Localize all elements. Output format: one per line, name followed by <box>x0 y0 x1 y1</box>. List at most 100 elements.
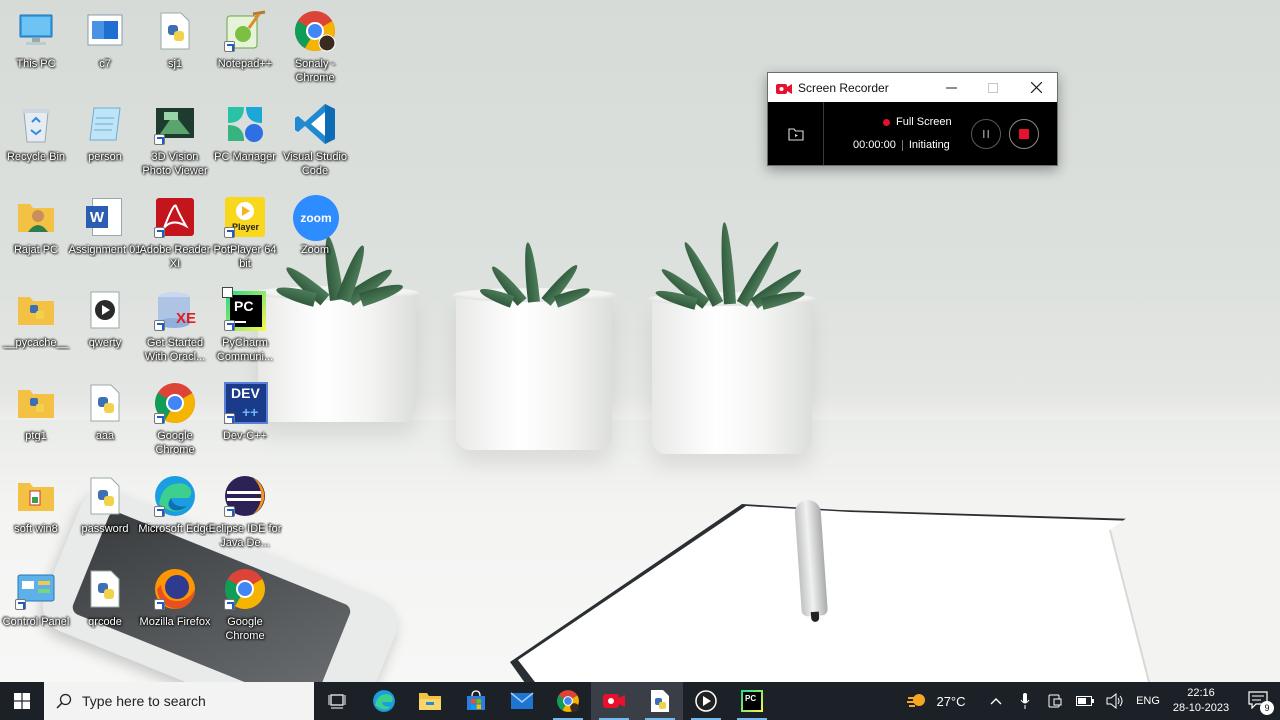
desktop-icon-password[interactable]: password <box>69 467 141 557</box>
chevron-up-icon <box>990 698 1002 705</box>
pycharm-icon: PC <box>741 690 763 712</box>
open-recordings-folder-button[interactable] <box>768 102 824 165</box>
input-language-label: ENG <box>1136 695 1160 707</box>
taskbar-mail[interactable] <box>499 682 545 720</box>
desktop-icon-c7[interactable]: c7 <box>69 2 141 92</box>
screen-recorder-window[interactable]: Screen Recorder Full Screen 00:00:00 Ini… <box>767 72 1058 166</box>
python-file-icon <box>82 473 128 519</box>
taskbar-screen-recorder[interactable] <box>591 682 637 720</box>
desktop-icon-sonaly-chrome[interactable]: Sonaly - Chrome <box>279 2 351 92</box>
taskbar-pycharm[interactable]: PC <box>729 682 775 720</box>
chrome-profile-icon <box>292 8 338 54</box>
weather-temperature: 27°C <box>936 693 966 709</box>
stop-button[interactable] <box>1009 119 1039 149</box>
shortcut-arrow-icon <box>154 599 165 610</box>
video-file-icon <box>82 287 128 333</box>
screen-recorder-icon <box>603 694 625 708</box>
pause-button[interactable] <box>971 119 1001 149</box>
desktop-icon-soft-win8[interactable]: soft win8 <box>0 467 72 557</box>
taskbar-python-file[interactable] <box>637 682 683 720</box>
meet-now-tray-button[interactable] <box>1043 682 1067 720</box>
speaker-icon <box>1106 693 1123 709</box>
user-folder-icon <box>13 194 59 240</box>
recording-status: 00:00:00 Initiating <box>853 139 950 151</box>
icon-label: password <box>81 523 129 535</box>
desktop-icon-qrcode[interactable]: qrcode <box>69 560 141 650</box>
desktop-icon-this-pc[interactable]: This PC <box>0 2 72 92</box>
desktop-icon-microsoft-edge[interactable]: Microsoft Edge <box>138 467 212 557</box>
desktop-icon-google-chrome-1[interactable]: Google Chrome <box>139 374 211 464</box>
icon-label: Google Chrome <box>155 430 195 456</box>
desktop-icon-zoom[interactable]: zoom Zoom <box>279 188 351 278</box>
folder-icon <box>419 693 441 710</box>
desktop-icon-3d-vision[interactable]: 3D Vision Photo Viewer <box>139 95 211 185</box>
recorder-title: Screen Recorder <box>798 80 889 95</box>
taskbar-edge[interactable] <box>361 682 407 720</box>
battery-tray-button[interactable] <box>1073 682 1097 720</box>
desktop-icon-oracle[interactable]: XE Get Started With Oracl... <box>139 281 211 371</box>
taskbar-media-player[interactable] <box>683 682 729 720</box>
desktop-icon-pycache[interactable]: __pycache__ <box>0 281 72 371</box>
shortcut-arrow-icon <box>224 506 235 517</box>
icon-label: PC Manager <box>214 151 276 163</box>
pycharm-icon: PC <box>222 287 268 333</box>
desktop-icon-pc-manager[interactable]: PC Manager <box>209 95 281 185</box>
minimize-button[interactable] <box>930 73 972 102</box>
python-file-icon <box>651 690 669 712</box>
icon-label: sj1 <box>167 58 183 70</box>
start-button[interactable] <box>0 682 44 720</box>
icon-label: ptg1 <box>25 430 47 442</box>
icon-label: PotPlayer 64 bit <box>213 244 277 270</box>
show-hidden-icons-button[interactable] <box>984 682 1008 720</box>
volume-tray-button[interactable] <box>1103 682 1127 720</box>
desktop-icon-person[interactable]: person <box>69 95 141 185</box>
microphone-tray-button[interactable] <box>1013 682 1037 720</box>
chrome-icon <box>152 380 198 426</box>
recording-mode-label: Full Screen <box>896 116 952 128</box>
desktop-icon-mozilla-firefox[interactable]: Mozilla Firefox <box>139 560 211 650</box>
icon-label: Get Started With Oracl... <box>144 337 206 363</box>
action-center-button[interactable]: 9 <box>1248 691 1274 715</box>
media-player-icon <box>695 690 717 712</box>
taskbar-chrome[interactable] <box>545 682 591 720</box>
desktop-icon-control-panel[interactable]: Control Panel <box>0 560 72 650</box>
taskbar-file-explorer[interactable] <box>407 682 453 720</box>
desktop-icon-recycle-bin[interactable]: Recycle Bin <box>0 95 72 185</box>
minimize-icon <box>945 87 957 89</box>
taskbar-microsoft-store[interactable] <box>453 682 499 720</box>
weather-widget[interactable]: 27°C <box>900 682 972 720</box>
desktop-icon-pycharm[interactable]: PC PyCharm Communi... <box>209 281 281 371</box>
vscode-icon <box>292 101 338 147</box>
desktop-icon-dev-cpp[interactable]: DEV ++ Dev-C++ <box>209 374 281 464</box>
taskbar-clock[interactable]: 22:16 28-10-2023 <box>1166 686 1236 716</box>
oracle-database-icon: XE <box>152 287 198 333</box>
desktop-icon-google-chrome-2[interactable]: Google Chrome <box>209 560 281 650</box>
desktop-icon-potplayer[interactable]: Player PotPlayer 64 bit <box>209 188 281 278</box>
icon-label: 3D Vision Photo Viewer <box>142 151 208 177</box>
taskbar-search-box[interactable]: Type here to search <box>44 682 314 720</box>
desktop-icon-eclipse[interactable]: Eclipse IDE for Java De... <box>209 467 281 557</box>
shortcut-arrow-icon <box>154 413 165 424</box>
icon-label: Adobe Reader XI <box>139 244 211 270</box>
close-button[interactable] <box>1015 73 1057 102</box>
folder-play-icon <box>787 127 804 141</box>
desktop-icon-sj1[interactable]: sj1 <box>139 2 211 92</box>
microphone-icon <box>1020 693 1030 709</box>
desktop-icon-qwerty[interactable]: qwerty <box>69 281 141 371</box>
recorder-titlebar[interactable]: Screen Recorder <box>768 73 1057 102</box>
icon-label: Visual Studio Code <box>282 151 347 177</box>
desktop-icon-ptg1[interactable]: ptg1 <box>0 374 72 464</box>
input-language-button[interactable]: ENG <box>1131 682 1165 720</box>
desktop-icon-adobe-reader[interactable]: Adobe Reader XI <box>139 188 211 278</box>
desktop-icon-vscode[interactable]: Visual Studio Code <box>279 95 351 185</box>
icon-label: aaa <box>95 430 115 442</box>
icon-label: PyCharm Communi... <box>216 337 274 363</box>
desktop-icon-notepad-plus-plus[interactable]: Notepad++ <box>209 2 281 92</box>
desktop-icon-aaa[interactable]: aaa <box>69 374 141 464</box>
desktop-icon-rajat-pc[interactable]: Rajat PC <box>0 188 72 278</box>
status-divider <box>901 139 903 151</box>
icon-label: Zoom <box>300 244 330 256</box>
task-view-button[interactable] <box>314 682 360 720</box>
desktop-icon-assignment-01[interactable]: W Assignment 01 <box>69 188 141 278</box>
wallpaper-pot-3 <box>648 292 816 454</box>
